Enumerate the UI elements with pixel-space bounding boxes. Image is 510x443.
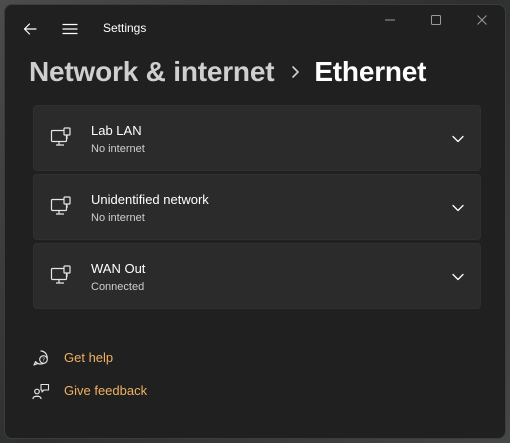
network-list: Lab LAN No internet Unidentified network… bbox=[33, 105, 481, 312]
back-arrow-icon bbox=[23, 23, 37, 35]
network-status: No internet bbox=[91, 212, 145, 224]
network-status: Connected bbox=[91, 281, 145, 293]
title-bar: Settings bbox=[5, 5, 505, 51]
help-icon: ? bbox=[31, 348, 51, 368]
back-button[interactable] bbox=[15, 16, 45, 42]
breadcrumb-parent-link[interactable]: Network & internet bbox=[29, 56, 275, 88]
maximize-button[interactable] bbox=[413, 5, 459, 35]
ethernet-icon bbox=[50, 196, 71, 215]
network-name: Lab LAN bbox=[91, 123, 142, 138]
app-title: Settings bbox=[103, 21, 147, 35]
feedback-icon bbox=[31, 381, 51, 401]
network-card-wan-out[interactable]: WAN Out Connected bbox=[33, 243, 481, 309]
chevron-down-icon[interactable] bbox=[450, 200, 466, 216]
close-icon bbox=[477, 15, 487, 25]
svg-text:?: ? bbox=[42, 357, 45, 363]
ethernet-icon bbox=[50, 265, 71, 284]
network-status: No internet bbox=[91, 143, 145, 155]
chevron-down-icon[interactable] bbox=[450, 131, 466, 147]
chevron-right-icon bbox=[290, 65, 300, 79]
minimize-icon bbox=[385, 19, 395, 21]
close-button[interactable] bbox=[459, 5, 505, 35]
help-links: ? Get help Give feedback bbox=[29, 341, 147, 407]
settings-window: Settings Network & internet Ethernet Lab… bbox=[4, 4, 506, 439]
hamburger-icon bbox=[62, 23, 78, 35]
page-title: Ethernet bbox=[314, 56, 427, 87]
ethernet-icon bbox=[50, 127, 71, 146]
network-card-unidentified[interactable]: Unidentified network No internet bbox=[33, 174, 481, 240]
network-name: WAN Out bbox=[91, 261, 146, 276]
maximize-icon bbox=[431, 15, 441, 25]
get-help-label[interactable]: Get help bbox=[64, 350, 113, 365]
breadcrumb: Network & internet Ethernet bbox=[29, 52, 427, 92]
give-feedback-link[interactable]: Give feedback bbox=[29, 374, 147, 407]
chevron-down-icon[interactable] bbox=[450, 269, 466, 285]
network-card-lab-lan[interactable]: Lab LAN No internet bbox=[33, 105, 481, 171]
get-help-link[interactable]: ? Get help bbox=[29, 341, 147, 374]
minimize-button[interactable] bbox=[367, 5, 413, 35]
network-name: Unidentified network bbox=[91, 192, 209, 207]
navigation-menu-button[interactable] bbox=[55, 16, 85, 42]
give-feedback-label[interactable]: Give feedback bbox=[64, 383, 147, 398]
